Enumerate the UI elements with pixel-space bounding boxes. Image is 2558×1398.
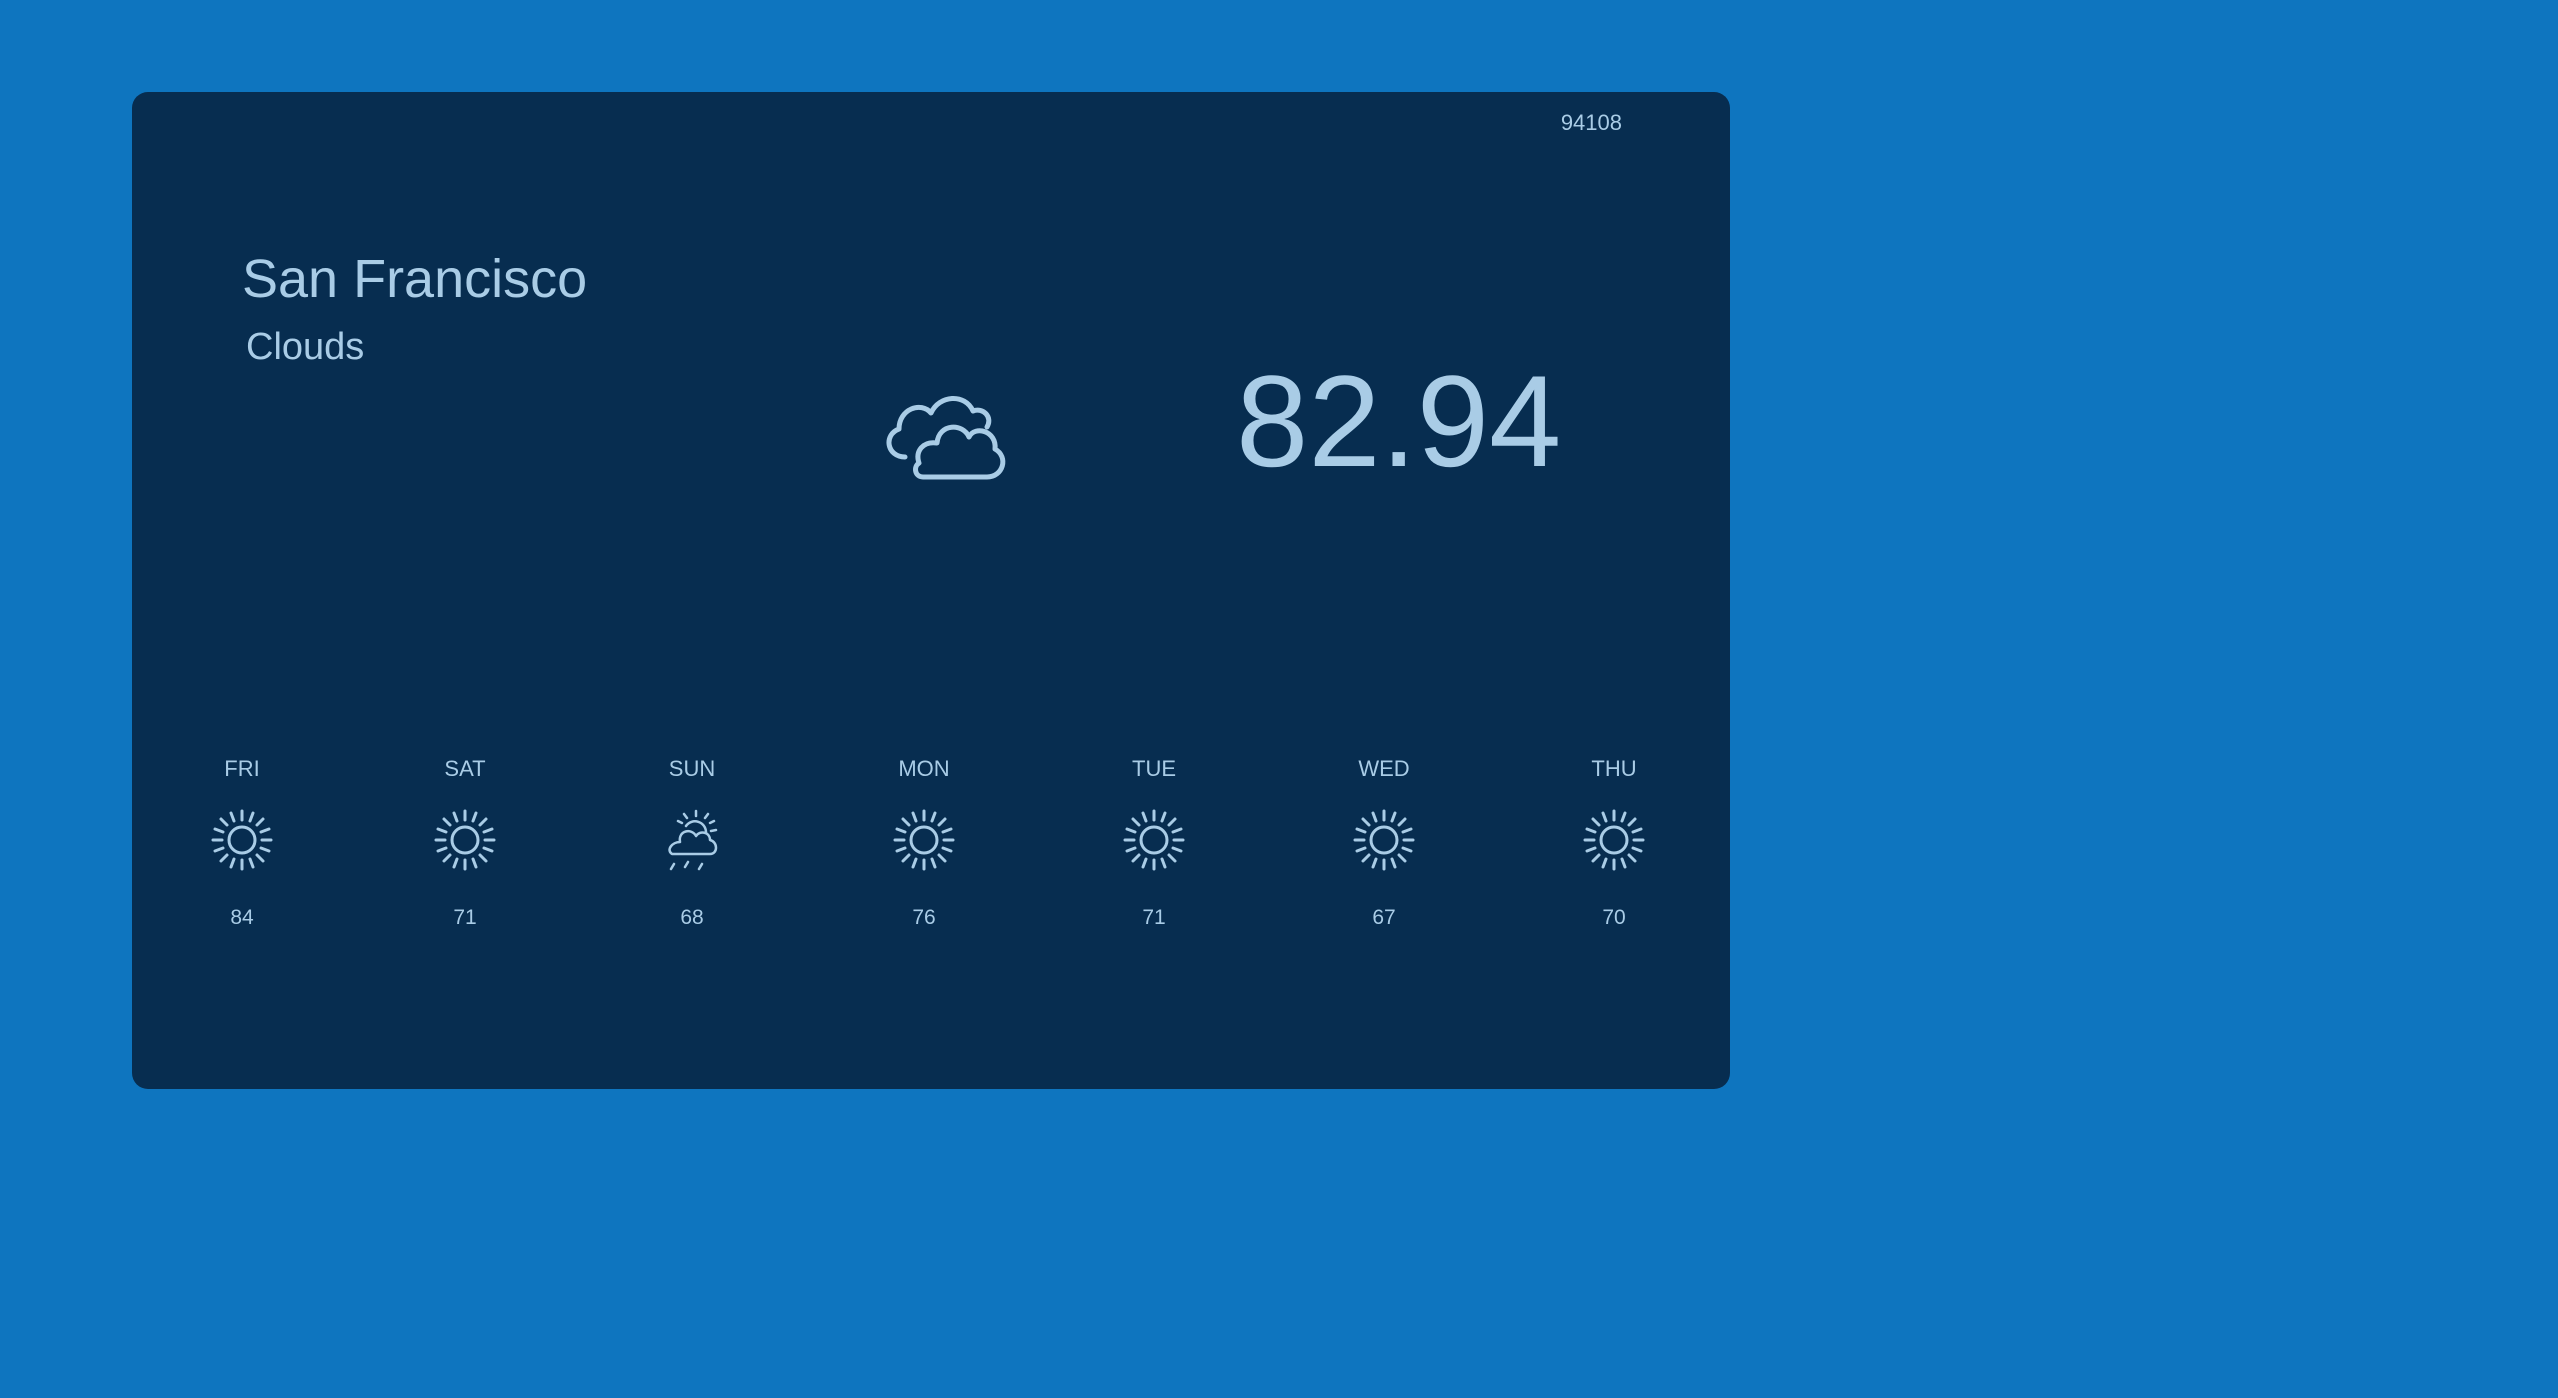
forecast-day: SUN 68 (612, 756, 772, 930)
forecast-day-name: MON (898, 756, 950, 781)
forecast-day: SAT 71 (385, 756, 545, 930)
forecast-day-name: TUE (1132, 756, 1176, 781)
forecast-row: FRI 84 SAT 71 SUN 68 MON 76 TUE 71 WED 6… (132, 756, 1730, 966)
forecast-day: TUE 71 (1074, 756, 1234, 930)
forecast-day: MON 76 (844, 756, 1004, 930)
forecast-day: WED 67 (1304, 756, 1464, 930)
forecast-temperature: 71 (1142, 906, 1166, 929)
forecast-day-name: THU (1591, 756, 1637, 781)
zip-code: 94108 (1560, 110, 1622, 135)
forecast-temperature: 70 (1602, 906, 1626, 929)
forecast-temperature: 71 (453, 906, 477, 929)
sun-icon (1583, 809, 1645, 871)
forecast-temperature: 84 (230, 906, 254, 929)
clouds-icon (886, 396, 1006, 480)
city-name: San Francisco (242, 249, 588, 309)
forecast-day-name: SAT (444, 756, 486, 781)
forecast-temperature: 76 (912, 906, 936, 929)
forecast-day-name: WED (1358, 756, 1410, 781)
forecast-temperature: 67 (1372, 906, 1396, 929)
sun-icon (1353, 809, 1415, 871)
partly-cloudy-rain-icon (668, 809, 718, 871)
sun-icon (434, 809, 496, 871)
forecast-temperature: 68 (680, 906, 704, 929)
forecast-day: FRI 84 (162, 756, 322, 930)
sun-icon (893, 809, 955, 871)
forecast-day-name: SUN (668, 756, 716, 781)
current-conditions: Clouds (246, 326, 365, 368)
weather-card: 94108 San Francisco Clouds 82.94 FRI 84 … (132, 92, 1730, 1089)
forecast-day-name: FRI (224, 756, 260, 781)
current-temperature: 82.94 (1236, 348, 1562, 494)
forecast-day: THU 70 (1534, 756, 1694, 930)
sun-icon (1123, 809, 1185, 871)
sun-icon (211, 809, 273, 871)
